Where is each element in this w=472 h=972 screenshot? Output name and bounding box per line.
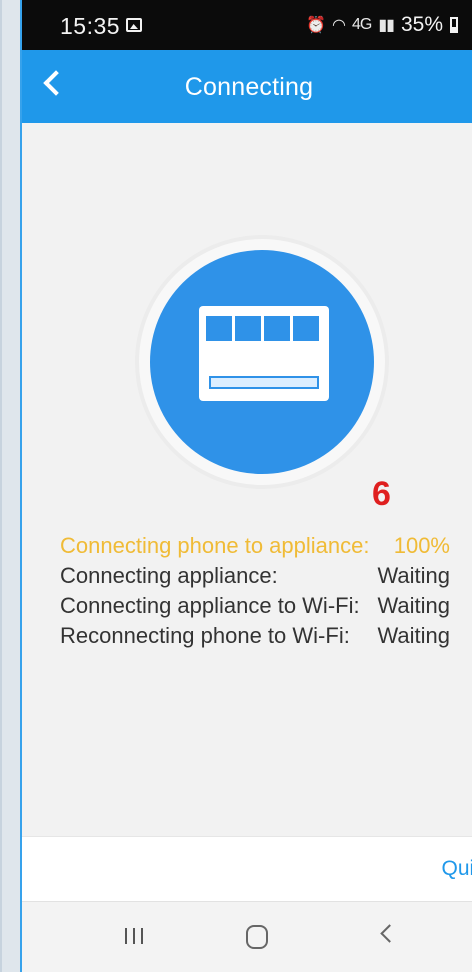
appliance-status-bar (209, 376, 319, 389)
connection-content: 6 Connecting phone to appliance: 100% Co… (22, 123, 472, 836)
connection-status-list: Connecting phone to appliance: 100% Conn… (60, 533, 450, 653)
appliance-panel-cell (264, 316, 290, 341)
page-title: Connecting (184, 73, 314, 101)
device-status-ring (139, 239, 385, 485)
signal-icon: ▮▮ (378, 17, 395, 34)
status-value: 100% (393, 533, 450, 558)
signal-label: 4G (352, 16, 372, 33)
status-label: Reconnecting phone to Wi-Fi: (60, 623, 350, 648)
status-label: Connecting phone to appliance: (60, 533, 370, 558)
appliance-panel-cell (206, 316, 232, 341)
image-notification-icon (126, 18, 142, 32)
status-label: Connecting appliance: (60, 563, 278, 588)
battery-icon (450, 17, 458, 33)
battery-percent: 35% (400, 13, 443, 36)
android-navigation-bar (22, 901, 472, 972)
recent-apps-button[interactable] (113, 920, 157, 954)
status-bar: 15:35 ⏰ ◠ 4G ▮▮ 35% (22, 0, 472, 50)
status-row-appliance-to-wifi: Connecting appliance to Wi-Fi: Waiting (60, 593, 450, 623)
back-icon (380, 924, 399, 943)
appliance-panel-cell (235, 316, 261, 341)
status-time: 15:35 (60, 13, 121, 39)
status-row-phone-to-wifi: Reconnecting phone to Wi-Fi: Waiting (60, 623, 450, 653)
app-bar: Connecting (22, 50, 472, 123)
status-value: Waiting (377, 563, 450, 588)
home-button[interactable] (236, 920, 280, 954)
home-icon (246, 925, 268, 949)
appliance-panel-grid (206, 316, 319, 341)
quit-button[interactable]: Quit (441, 857, 472, 881)
bottom-action-bar: Quit (22, 836, 472, 902)
status-label: Connecting appliance to Wi-Fi: (60, 593, 360, 618)
alarm-icon: ⏰ (306, 17, 326, 34)
appliance-panel-cell (293, 316, 319, 341)
status-value: Waiting (377, 623, 450, 648)
step-number-annotation: 6 (372, 475, 391, 513)
appliance-icon (199, 306, 329, 401)
status-value: Waiting (377, 593, 450, 618)
phone-screen: 15:35 ⏰ ◠ 4G ▮▮ 35% Connecting 6 Connect… (20, 0, 472, 972)
system-back-button[interactable] (372, 920, 416, 954)
status-indicators: ⏰ ◠ 4G ▮▮ 35% (306, 13, 458, 37)
device-circle (150, 250, 374, 474)
status-row-appliance: Connecting appliance: Waiting (60, 563, 450, 593)
wifi-icon: ◠ (332, 17, 346, 34)
recent-apps-icon (125, 928, 143, 944)
status-row-phone-to-appliance: Connecting phone to appliance: 100% (60, 533, 450, 563)
screenshot-frame: 15:35 ⏰ ◠ 4G ▮▮ 35% Connecting 6 Connect… (0, 0, 472, 972)
